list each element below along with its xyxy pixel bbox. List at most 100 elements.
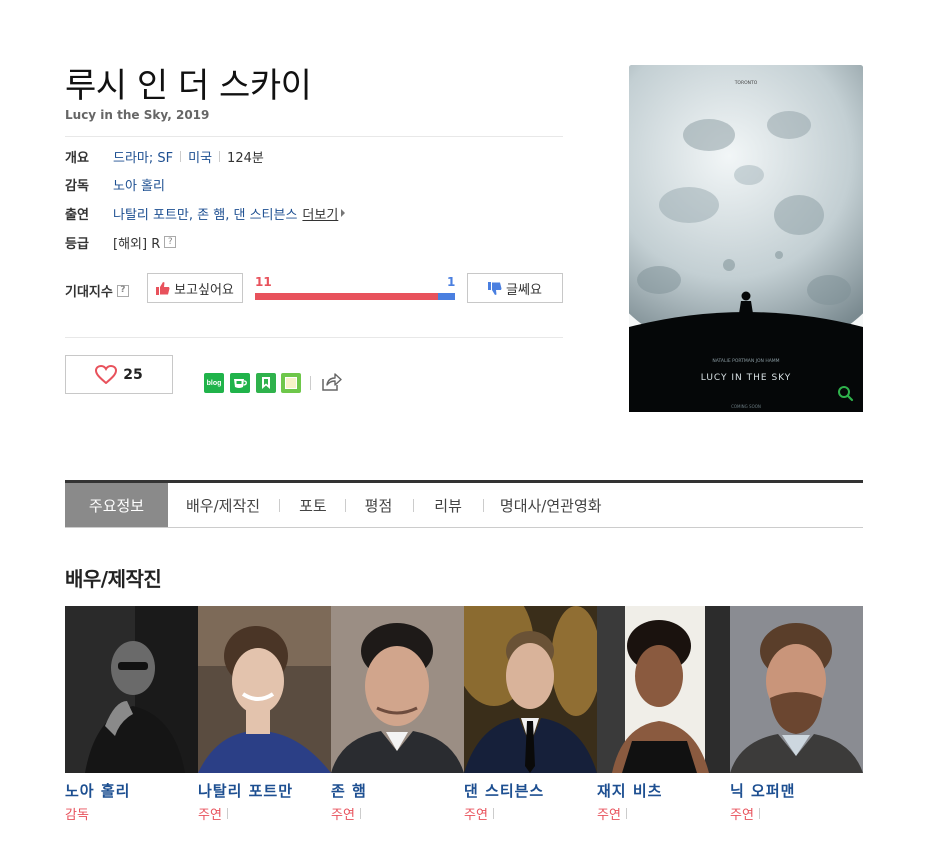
cast-role: 주연 bbox=[464, 804, 597, 823]
director-link[interactable]: 노아 홀리 bbox=[113, 175, 165, 194]
heart-icon bbox=[95, 365, 118, 384]
note-shape bbox=[285, 377, 297, 389]
cast-role-text: 주연 bbox=[730, 808, 754, 823]
genre-link[interactable]: 드라마; SF bbox=[113, 147, 173, 166]
divider bbox=[65, 136, 563, 137]
cast-photo[interactable] bbox=[331, 606, 464, 773]
separator bbox=[359, 808, 361, 819]
tab-cast-crew[interactable]: 배우/제작진 bbox=[186, 483, 260, 527]
blog-icon-text: blog bbox=[206, 379, 222, 387]
cafe-icon[interactable] bbox=[230, 373, 250, 393]
country-link[interactable]: 미국 bbox=[188, 147, 212, 166]
separator bbox=[625, 808, 627, 819]
separator bbox=[758, 808, 760, 819]
want-to-see-button[interactable]: 보고싶어요 bbox=[147, 273, 243, 303]
info-row-overview: 개요 드라마; SF 미국 124분 bbox=[65, 145, 563, 167]
thumbs-down-icon bbox=[488, 281, 502, 295]
tab-separator bbox=[344, 498, 346, 512]
cast-card: 재지 비츠 주연 bbox=[597, 606, 730, 823]
cast-role: 주연 bbox=[597, 804, 730, 823]
more-cast-link[interactable]: 더보기 bbox=[302, 204, 338, 223]
cast-role: 주연 bbox=[730, 804, 863, 823]
cast-name[interactable]: 닉 오퍼맨 bbox=[730, 780, 863, 801]
info-row-rating: 등급 [해외] R ? bbox=[65, 231, 563, 253]
cast-name[interactable]: 나탈리 포트만 bbox=[198, 780, 331, 801]
separator bbox=[180, 150, 182, 162]
runtime: 124분 bbox=[227, 150, 264, 166]
cast-links[interactable]: 나탈리 포트만, 존 햄, 댄 스티븐스 bbox=[113, 204, 297, 223]
cast-card: 나탈리 포트만 주연 bbox=[198, 606, 331, 823]
person-photo-image bbox=[331, 606, 464, 773]
cast-name[interactable]: 댄 스티븐스 bbox=[464, 780, 597, 801]
rating-label: 등급 bbox=[65, 236, 89, 252]
cast-card: 닉 오퍼맨 주연 bbox=[730, 606, 863, 823]
expectation-label-text: 기대지수 bbox=[65, 285, 113, 300]
want-count: 11 bbox=[255, 275, 272, 289]
like-count: 25 bbox=[123, 366, 143, 383]
movie-title: 루시 인 더 스카이 bbox=[65, 66, 312, 106]
tab-bar: 주요정보 배우/제작진 포토 평점 리뷰 명대사/연관영화 bbox=[65, 483, 602, 527]
person-silhouette-image bbox=[65, 606, 198, 773]
tab-main-info[interactable]: 주요정보 bbox=[65, 483, 168, 527]
info-row-cast: 출연 나탈리 포트만, 존 햄, 댄 스티븐스 더보기 bbox=[65, 202, 563, 224]
band-icon[interactable] bbox=[256, 373, 276, 393]
person-photo-image bbox=[597, 606, 730, 773]
separator bbox=[310, 376, 311, 390]
rating-value: [해외] R bbox=[113, 236, 161, 252]
person-photo-image bbox=[464, 606, 597, 773]
cast-photo[interactable] bbox=[464, 606, 597, 773]
meh-label: 글쎄요 bbox=[506, 282, 542, 298]
cast-name[interactable]: 재지 비츠 bbox=[597, 780, 730, 801]
director-label: 감독 bbox=[65, 178, 89, 194]
like-button[interactable]: 25 bbox=[65, 355, 173, 394]
poster-festival-text: TORONTO bbox=[734, 80, 758, 86]
divider bbox=[65, 337, 563, 338]
cast-photo[interactable] bbox=[65, 606, 198, 773]
cast-photo[interactable] bbox=[730, 606, 863, 773]
poster-title-text: LUCY IN THE SKY bbox=[701, 373, 792, 383]
bookmark-icon bbox=[262, 377, 270, 389]
help-icon[interactable]: ? bbox=[164, 236, 177, 248]
tab-reviews[interactable]: 리뷰 bbox=[434, 483, 462, 527]
cast-role-text: 주연 bbox=[198, 808, 222, 823]
tab-separator bbox=[482, 498, 484, 512]
cast-role-text: 주연 bbox=[597, 808, 621, 823]
help-icon[interactable]: ? bbox=[116, 284, 129, 297]
blog-icon[interactable]: blog bbox=[204, 373, 224, 393]
share-arrow-icon bbox=[322, 373, 342, 391]
poster-actors-text: NATALIE PORTMAN JON HAMM bbox=[712, 358, 779, 364]
want-label: 보고싶어요 bbox=[174, 282, 234, 298]
cast-name[interactable]: 노아 홀리 bbox=[65, 780, 198, 801]
person-photo-image bbox=[730, 606, 863, 773]
share-icon[interactable] bbox=[320, 372, 342, 392]
tab-separator bbox=[413, 498, 415, 512]
meh-count: 1 bbox=[447, 275, 456, 289]
cast-label: 출연 bbox=[65, 207, 89, 223]
poster-coming-text: COMING SOON bbox=[731, 404, 761, 409]
separator bbox=[219, 150, 221, 162]
overview-label: 개요 bbox=[65, 150, 89, 166]
cast-role: 주연 bbox=[331, 804, 464, 823]
cast-role-text: 감독 bbox=[65, 808, 89, 823]
memo-icon[interactable] bbox=[281, 373, 301, 393]
cast-role: 주연 bbox=[198, 804, 331, 823]
movie-poster[interactable]: NATALIE PORTMAN JON HAMM LUCY IN THE SKY… bbox=[629, 65, 863, 412]
cast-photo[interactable] bbox=[597, 606, 730, 773]
cast-photo[interactable] bbox=[198, 606, 331, 773]
cast-card: 존 햄 주연 bbox=[331, 606, 464, 823]
separator bbox=[492, 808, 494, 819]
cast-name[interactable]: 존 햄 bbox=[331, 780, 464, 801]
tab-photos[interactable]: 포토 bbox=[299, 483, 327, 527]
not-sure-button[interactable]: 글쎄요 bbox=[467, 273, 563, 303]
expectation-bar bbox=[255, 293, 455, 300]
movie-subtitle: Lucy in the Sky, 2019 bbox=[65, 108, 210, 122]
cast-role: 감독 bbox=[65, 804, 198, 823]
poster-art: NATALIE PORTMAN JON HAMM LUCY IN THE SKY… bbox=[629, 65, 863, 412]
tab-separator bbox=[279, 498, 281, 512]
tab-quotes-related[interactable]: 명대사/연관영화 bbox=[500, 483, 602, 527]
tab-ratings[interactable]: 평점 bbox=[365, 483, 393, 527]
section-title: 배우/제작진 bbox=[65, 567, 162, 591]
tabs-bottom-border bbox=[65, 527, 863, 528]
cast-role-text: 주연 bbox=[464, 808, 488, 823]
expectation-label: 기대지수 ? bbox=[65, 281, 129, 300]
